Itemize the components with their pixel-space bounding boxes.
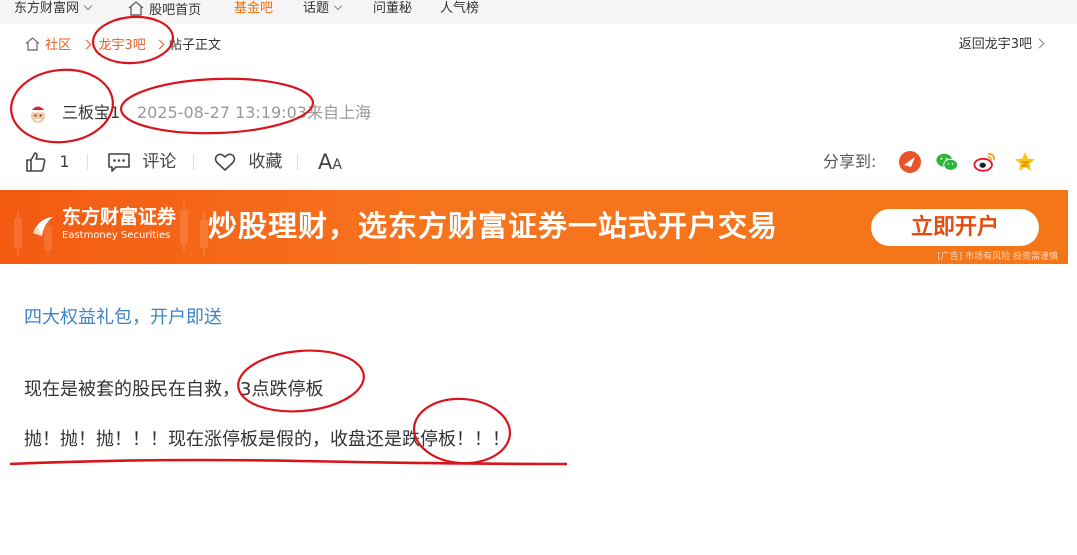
divider xyxy=(87,154,88,170)
divider xyxy=(193,154,194,170)
eastmoney-logo-icon xyxy=(33,217,53,236)
font-size-toggle[interactable]: AA xyxy=(318,150,342,174)
banner-slogan: 炒股理财，选东方财富证券一站式开户交易 xyxy=(208,209,779,243)
banner-brand: 东方财富证券 xyxy=(62,206,177,228)
nav-topic-label: 话题 xyxy=(303,1,330,16)
back-to-bar-label: 返回龙宇3吧 xyxy=(958,37,1032,52)
font-size-large: A xyxy=(318,150,333,174)
breadcrumb-community[interactable]: 社区 xyxy=(45,38,71,53)
avatar[interactable] xyxy=(28,102,48,124)
breadcrumb-bar[interactable]: 龙宇3吧 xyxy=(98,38,145,53)
chevron-right-icon xyxy=(81,39,92,50)
open-account-button[interactable]: 立即开户 xyxy=(871,209,1039,246)
ad-banner[interactable]: 东方财富证券 Eastmoney Securities 炒股理财，选东方财富证券… xyxy=(0,190,1068,264)
home-icon xyxy=(128,1,144,16)
post-line-1: 现在是被套的股民在自救，3点跌停板 xyxy=(24,379,324,400)
back-to-bar-link[interactable]: 返回龙宇3吧 xyxy=(958,36,1045,54)
chevron-right-icon xyxy=(1034,38,1045,49)
author-name[interactable]: 三板宝1 xyxy=(62,103,120,123)
top-nav: 东方财富网 股吧首页 基金吧 话题 问董秘 人气榜 xyxy=(0,0,1077,24)
weibo-icon[interactable] xyxy=(973,150,997,174)
nav-fund-bar[interactable]: 基金吧 xyxy=(234,0,273,18)
nav-ask-secretary[interactable]: 问董秘 xyxy=(373,0,412,18)
banner-disclaimer: [广告] 市场有风险 投资需谨慎 xyxy=(937,252,1058,262)
post-line-2: 抛！抛！抛！！！现在涨停板是假的，收盘还是跌停板！！！ xyxy=(24,429,510,450)
chevron-right-icon xyxy=(154,39,165,50)
breadcrumb-current: 帖子正文 xyxy=(169,38,222,53)
comment-icon xyxy=(108,153,130,172)
heart-icon xyxy=(214,153,236,171)
wechat-icon[interactable] xyxy=(935,150,959,174)
share-label: 分享到: xyxy=(823,152,877,171)
divider xyxy=(297,154,298,170)
nav-site-label: 东方财富网 xyxy=(14,1,80,16)
qzone-star-icon[interactable] xyxy=(1013,150,1037,174)
nav-topic-menu[interactable]: 话题 xyxy=(303,0,343,18)
promo-link[interactable]: 四大权益礼包，开户即送 xyxy=(24,306,222,330)
favorite-label: 收藏 xyxy=(248,152,283,172)
font-size-small: A xyxy=(332,157,342,173)
banner-brand-en: Eastmoney Securities xyxy=(62,230,171,241)
nav-popularity[interactable]: 人气榜 xyxy=(440,0,479,18)
like-button[interactable]: 1 xyxy=(24,150,70,174)
share-guba-icon[interactable] xyxy=(898,150,922,174)
chevron-down-icon xyxy=(333,1,343,11)
thumbs-up-icon xyxy=(26,152,46,172)
comment-button[interactable]: 评论 xyxy=(107,150,176,174)
breadcrumb: 社区 龙宇3吧 帖子正文 xyxy=(24,36,221,54)
post-time: 2025-08-27 13:19:03 xyxy=(137,103,307,122)
like-count: 1 xyxy=(59,152,70,171)
red-annotation-marks xyxy=(9,15,568,466)
nav-site-menu[interactable]: 东方财富网 xyxy=(14,0,93,18)
comment-label: 评论 xyxy=(142,152,177,172)
favorite-button[interactable]: 收藏 xyxy=(213,150,282,174)
nav-guba-home-label: 股吧首页 xyxy=(149,3,202,18)
post-location: 来自上海 xyxy=(307,103,372,122)
chevron-down-icon xyxy=(83,1,93,11)
home-icon xyxy=(25,37,40,51)
nav-guba-home[interactable]: 股吧首页 xyxy=(127,0,201,18)
